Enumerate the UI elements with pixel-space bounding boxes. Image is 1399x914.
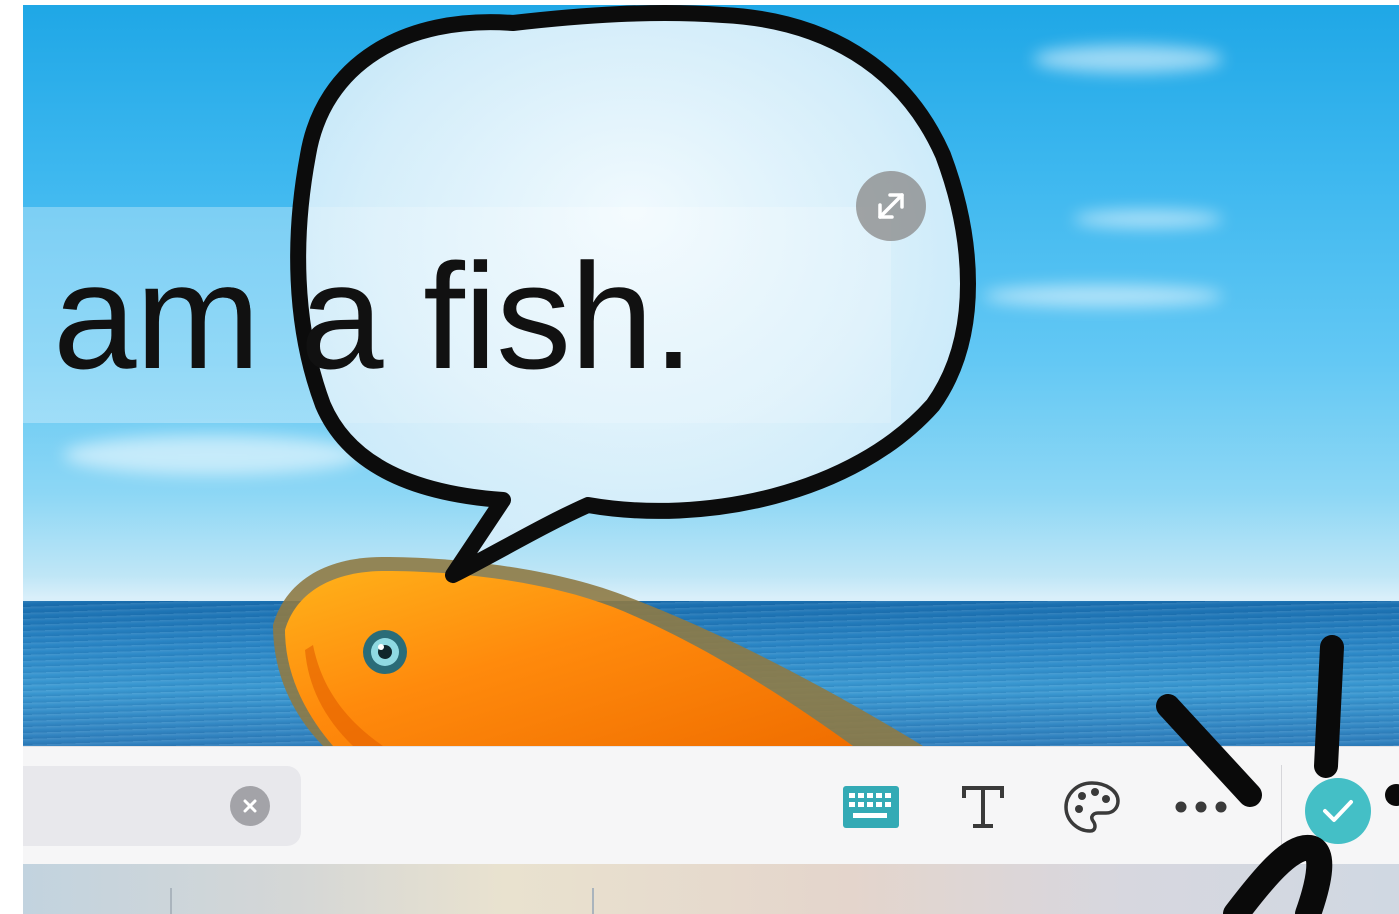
strip-divider [170,888,172,914]
media-strip [23,864,1399,914]
ellipsis-icon [1175,801,1227,813]
text-format-icon [962,786,1004,828]
text-input-field[interactable] [23,766,301,846]
more-button[interactable] [1169,775,1233,839]
keyboard-button[interactable] [839,775,903,839]
text-toolbar [23,746,1399,865]
color-button[interactable] [1060,775,1124,839]
clear-text-button[interactable] [230,786,270,826]
resize-arrows-icon [878,193,904,219]
goldfish-sticker [273,557,923,746]
resize-handle[interactable] [856,171,926,241]
palette-icon [1064,781,1120,833]
text-style-button[interactable] [951,775,1015,839]
done-button[interactable] [1305,778,1371,844]
keyboard-icon [843,786,899,828]
clear-x-icon [243,799,257,813]
strip-divider [592,888,594,914]
photo-canvas[interactable]: am a fish. am a fi [23,5,1399,746]
checkmark-icon [1323,800,1353,822]
toolbar-divider [1281,765,1282,847]
